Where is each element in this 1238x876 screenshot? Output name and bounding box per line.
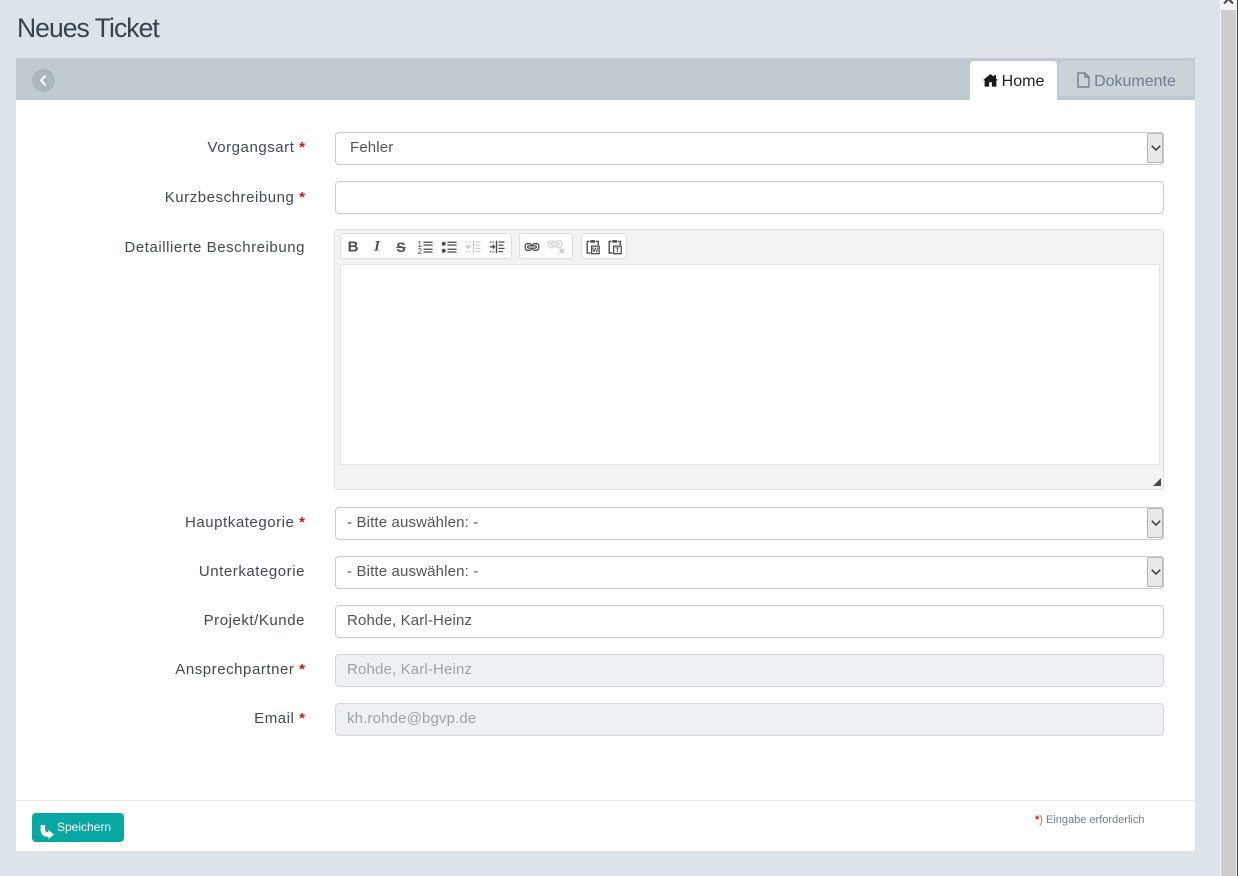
svg-text:2: 2 (418, 247, 423, 254)
svg-text:W: W (592, 247, 599, 254)
